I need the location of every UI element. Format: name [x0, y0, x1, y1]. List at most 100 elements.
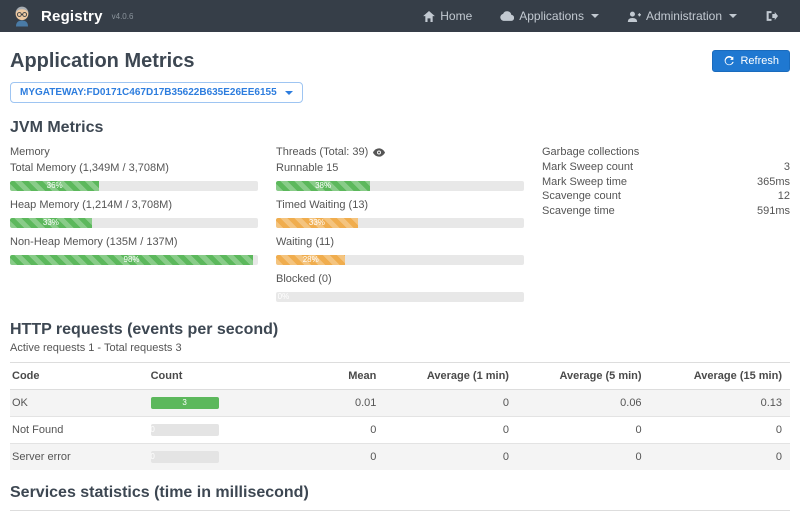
gc-stat-row: Mark Sweep count 3: [542, 160, 790, 175]
http-value-cell: 0: [275, 444, 384, 471]
http-requests-table: CodeCountMeanAverage (1 min)Average (5 m…: [10, 362, 790, 470]
app-version: v4.0.6: [112, 12, 134, 21]
http-value-cell: 0: [384, 417, 517, 444]
memory-column: MemoryTotal Memory (1,349M / 3,708M) 36% H…: [10, 145, 258, 309]
progress-label: 36%: [47, 181, 63, 191]
progress-label: 33%: [309, 218, 325, 228]
progress-label: 33%: [43, 218, 59, 228]
nav-signout[interactable]: [753, 6, 790, 26]
http-value-cell: 0.01: [275, 390, 384, 417]
http-count-bar: 0: [151, 451, 219, 463]
sign-out-icon: [765, 10, 778, 22]
memory-progress-bar: 98%: [10, 255, 258, 265]
services-statistics-heading: Services statistics (time in millisecond…: [10, 484, 790, 502]
memory-metric-label: Heap Memory (1,214M / 3,708M): [10, 198, 258, 213]
nav-home[interactable]: Home: [411, 5, 484, 27]
http-value-cell: 0.13: [650, 390, 790, 417]
table-row: OK 3 0.0100.060.13: [10, 390, 790, 417]
http-count-bar: 0: [151, 424, 219, 436]
brand[interactable]: Registry v4.0.6: [10, 4, 133, 28]
http-column-header: Average (1 min): [384, 363, 517, 390]
table-row: Server error00000: [10, 444, 790, 471]
table-row: Not Found00000: [10, 417, 790, 444]
progress-label: 0: [151, 425, 155, 435]
threads-section-title: Threads (Total: 39): [276, 145, 524, 160]
service-column-header: Min: [550, 511, 589, 518]
service-column-header: p50: [590, 511, 629, 518]
thread-metric-label: Runnable 15: [276, 161, 524, 176]
memory-metric-label: Total Memory (1,349M / 3,708M): [10, 161, 258, 176]
service-column-header: Service name: [10, 511, 447, 518]
service-column-header: p75: [629, 511, 668, 518]
service-column-header: p99: [708, 511, 747, 518]
thread-metric-label: Waiting (11): [276, 235, 524, 250]
instance-selector-dropdown[interactable]: MYGATEWAY:FD0171C467D17B35622B635E26EE61…: [10, 82, 303, 103]
progress-label: 0: [151, 452, 155, 462]
http-value-cell: 0: [650, 417, 790, 444]
http-column-header: Average (5 min): [517, 363, 650, 390]
gc-stat-label: Mark Sweep time: [542, 175, 627, 190]
http-count-cell: 0: [143, 444, 276, 471]
http-requests-subtitle: Active requests 1 - Total requests 3: [10, 342, 790, 354]
home-icon: [423, 11, 435, 22]
gc-stat-label: Scavenge count: [542, 189, 621, 204]
http-column-header: Count: [143, 363, 276, 390]
gc-stat-row: Mark Sweep time365ms: [542, 175, 790, 190]
gc-section-title: Garbage collections: [542, 145, 790, 160]
memory-progress-bar: 33%: [10, 218, 258, 228]
http-code-cell: OK: [10, 390, 143, 417]
nav-applications[interactable]: Applications: [488, 5, 611, 27]
http-code-cell: Server error: [10, 444, 143, 471]
jhipster-avatar-icon: [10, 4, 34, 28]
progress-label: 28%: [303, 255, 319, 265]
top-navbar: Registry v4.0.6 Home Applications Admini…: [0, 0, 800, 32]
nav-administration[interactable]: Administration: [615, 5, 749, 27]
service-column-header: Max: [748, 511, 790, 518]
http-code-cell: Not Found: [10, 417, 143, 444]
page-title: Application Metrics: [10, 50, 194, 73]
progress-label: 0%: [278, 292, 290, 302]
http-value-cell: 0: [384, 390, 517, 417]
memory-section-title: Memory: [10, 145, 258, 160]
gc-stat-value: 3: [784, 160, 790, 175]
thread-progress-bar: 38%: [276, 181, 524, 191]
cloud-icon: [500, 11, 514, 21]
jvm-metrics-heading: JVM Metrics: [10, 119, 790, 137]
progress-label: 38%: [315, 181, 331, 191]
nav-menu: Home Applications Administration: [411, 5, 790, 27]
http-count-cell: 0: [143, 417, 276, 444]
thread-metric-label: Timed Waiting (13): [276, 198, 524, 213]
services-statistics-table: Service nameCountMeanMinp50p75p95p99Max …: [10, 510, 790, 518]
user-plus-icon: [627, 11, 641, 22]
http-value-cell: 0: [650, 444, 790, 471]
eye-icon[interactable]: [373, 148, 385, 157]
caret-down-icon: [285, 91, 293, 95]
http-count-bar: 3: [151, 397, 219, 409]
gc-stat-row: Scavenge time591ms: [542, 204, 790, 219]
garbage-collections-column: Garbage collectionsMark Sweep count3Mark…: [542, 145, 790, 309]
gc-stat-row: Scavenge count12: [542, 189, 790, 204]
memory-metric-label: Non-Heap Memory (135M / 137M): [10, 235, 258, 250]
http-value-cell: 0: [384, 444, 517, 471]
gc-stat-label: Scavenge time: [542, 204, 615, 219]
http-column-header: Average (15 min): [650, 363, 790, 390]
http-count-cell: 3: [143, 390, 276, 417]
progress-label: 3: [182, 398, 186, 408]
main-content: Application Metrics Refresh MYGATEWAY:FD…: [0, 50, 800, 518]
memory-progress-bar: 36%: [10, 181, 258, 191]
threads-title-text: Threads (Total: 39): [276, 145, 368, 160]
caret-down-icon: [729, 14, 737, 18]
app-title: Registry: [41, 8, 103, 25]
thread-metric-label: Blocked (0): [276, 272, 524, 287]
http-value-cell: 0: [517, 444, 650, 471]
caret-down-icon: [591, 14, 599, 18]
thread-progress-bar: 33%: [276, 218, 524, 228]
gc-stat-label: Mark Sweep count: [542, 160, 633, 175]
http-value-cell: 0.06: [517, 390, 650, 417]
threads-column: Threads (Total: 39)Runnable 15 38% Timed W…: [276, 145, 524, 309]
http-requests-heading: HTTP requests (events per second): [10, 321, 790, 339]
service-column-header: p95: [669, 511, 708, 518]
thread-progress-bar: 28%: [276, 255, 524, 265]
refresh-icon: [723, 55, 735, 67]
refresh-button[interactable]: Refresh: [712, 50, 790, 72]
